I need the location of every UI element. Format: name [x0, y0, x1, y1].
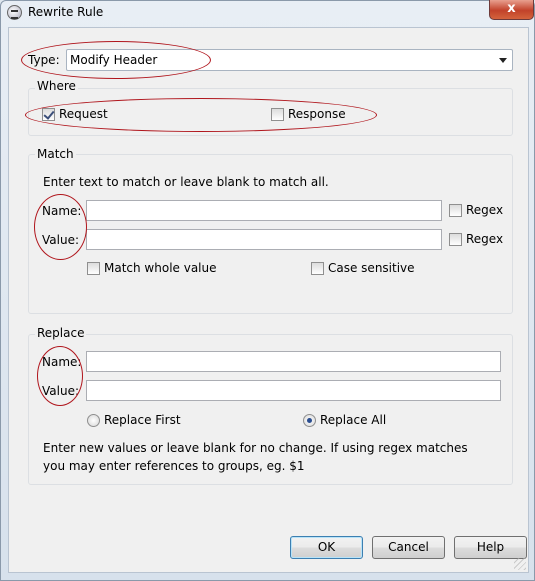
request-label[interactable]: Request — [59, 107, 108, 121]
window-title: Rewrite Rule — [28, 5, 104, 19]
match-instructions: Enter text to match or leave blank to ma… — [43, 175, 329, 189]
name-regex-checkbox[interactable] — [449, 204, 462, 217]
rewrite-rule-dialog: Rewrite Rule x Type: Modify Header Where… — [0, 0, 535, 581]
replace-value-input[interactable] — [86, 380, 501, 401]
close-icon: x — [507, 1, 516, 16]
replace-name-label: Name: — [42, 355, 82, 369]
replace-first-label[interactable]: Replace First — [104, 413, 181, 427]
type-select[interactable]: Modify Header — [66, 49, 513, 71]
resize-grip[interactable] — [514, 558, 526, 570]
type-selected-value: Modify Header — [70, 53, 158, 67]
ok-button[interactable]: OK — [290, 536, 363, 559]
replace-all-radio[interactable] — [303, 414, 316, 427]
match-whole-value-label[interactable]: Match whole value — [104, 261, 217, 275]
match-whole-value-checkbox[interactable] — [87, 262, 100, 275]
match-legend: Match — [35, 147, 76, 161]
title-bar[interactable]: Rewrite Rule x — [1, 0, 534, 25]
match-value-input[interactable] — [86, 229, 442, 250]
match-name-input[interactable] — [86, 200, 442, 221]
close-button[interactable]: x — [489, 0, 534, 20]
chevron-down-icon — [499, 58, 507, 63]
where-legend: Where — [35, 79, 78, 93]
case-sensitive-label[interactable]: Case sensitive — [328, 261, 415, 275]
value-regex-checkbox[interactable] — [449, 233, 462, 246]
match-value-label: Value: — [42, 233, 79, 247]
cancel-button[interactable]: Cancel — [372, 536, 445, 559]
match-name-label: Name: — [42, 204, 82, 218]
replace-name-input[interactable] — [86, 351, 501, 372]
replace-legend: Replace — [35, 326, 87, 340]
replace-value-label: Value: — [42, 384, 79, 398]
type-label: Type: — [28, 53, 60, 67]
response-label[interactable]: Response — [288, 107, 346, 121]
replace-help-text: Enter new values or leave blank for no c… — [43, 441, 468, 473]
replace-first-radio[interactable] — [87, 414, 100, 427]
dialog-body: Type: Modify Header Where Request Respon… — [8, 27, 529, 573]
app-icon — [7, 5, 22, 20]
name-regex-label[interactable]: Regex — [466, 203, 503, 217]
case-sensitive-checkbox[interactable] — [311, 262, 324, 275]
request-checkbox[interactable] — [42, 108, 55, 121]
value-regex-label[interactable]: Regex — [466, 232, 503, 246]
help-button[interactable]: Help — [454, 536, 527, 559]
replace-all-label[interactable]: Replace All — [320, 413, 386, 427]
response-checkbox[interactable] — [271, 108, 284, 121]
